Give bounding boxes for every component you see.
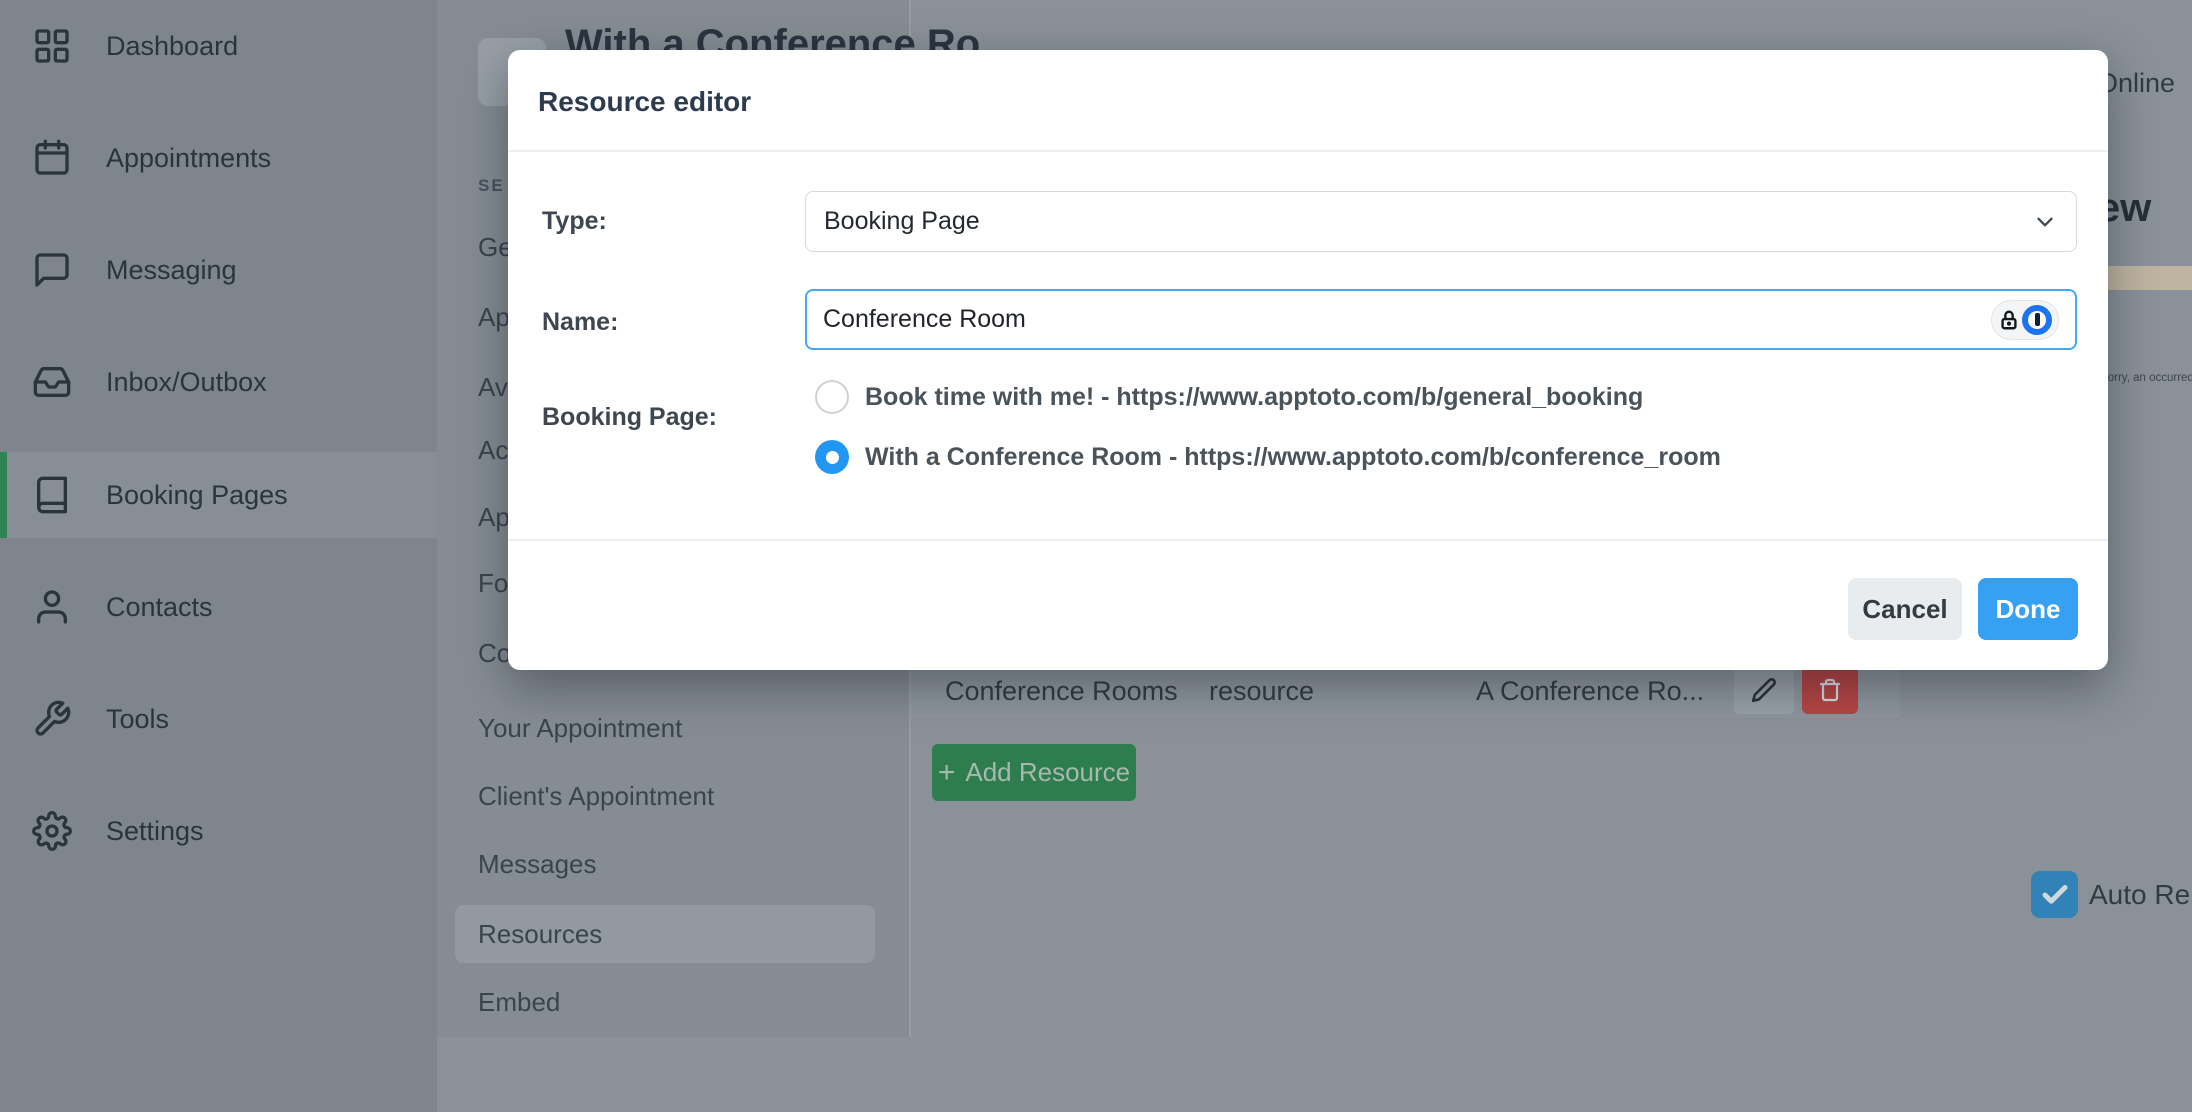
sidebar-item-inbox-outbox[interactable]: Inbox/Outbox [0,350,437,414]
sidebar-item-label: Inbox/Outbox [106,367,267,398]
type-select-value: Booking Page [824,207,980,236]
sidebar-item-contacts[interactable]: Contacts [0,575,437,639]
sidebar-item-label: Contacts [106,592,213,623]
name-field-label: Name: [542,308,618,337]
resource-type-cell: resource [1209,676,1314,707]
add-resource-button[interactable]: + Add Resource [932,744,1136,801]
settings-nav-item-truncated[interactable]: Ap [478,302,510,333]
lock-icon [1998,309,2020,331]
done-button[interactable]: Done [1978,578,2078,640]
name-input[interactable]: Conference Room [805,289,2077,350]
settings-nav-item-messages[interactable]: Messages [478,849,597,880]
add-resource-label: Add Resource [965,757,1130,788]
sidebar-item-messaging[interactable]: Messaging [0,238,437,302]
resource-name-cell: Conference Rooms [945,676,1178,707]
dashboard-grid-icon [32,26,72,66]
modal-title: Resource editor [538,86,751,118]
onepassword-icon [2022,305,2052,335]
modal-footer: Cancel Done [508,539,2108,670]
auto-release-checkbox[interactable] [2031,871,2078,918]
person-icon [32,587,72,627]
name-input-value: Conference Room [823,305,1026,334]
radio-selected-icon[interactable] [815,440,849,474]
modal-header: Resource editor [508,50,2108,152]
settings-nav-item-truncated[interactable]: Fo [478,568,508,599]
sidebar-item-label: Dashboard [106,31,238,62]
resource-description-cell: A Conference Ro... [1476,676,1704,707]
trash-icon [1818,678,1842,702]
edit-resource-button[interactable] [1734,666,1794,714]
wrench-icon [32,699,72,739]
sidebar-item-appointments[interactable]: Appointments [0,126,437,190]
settings-nav-item-clients-appointment[interactable]: Client's Appointment [478,781,714,812]
chat-bubble-icon [32,250,72,290]
resource-editor-modal: Resource editor Type: Booking Page Name:… [508,50,2108,670]
sidebar-item-label: Messaging [106,255,237,286]
delete-resource-button[interactable] [1802,666,1858,714]
password-manager-pill[interactable] [1991,300,2059,340]
resource-table-row: Conference Rooms resource A Conference R… [911,668,1900,718]
sidebar-item-label: Appointments [106,143,271,174]
settings-nav-item-resources[interactable]: Resources [478,919,602,950]
main-sidebar: Dashboard Appointments Messaging Inbox/O… [0,0,437,1112]
online-status-label: Online [2097,68,2175,99]
chevron-down-icon [2032,209,2058,235]
sidebar-item-settings[interactable]: Settings [0,799,437,863]
booking-page-option-conference-room[interactable]: With a Conference Room - https://www.app… [815,440,1721,474]
preview-error-text: sorry, an occurred wh [2102,372,2192,384]
booking-page-field-label: Booking Page: [542,403,717,432]
sidebar-item-dashboard[interactable]: Dashboard [0,14,437,78]
sidebar-item-label: Tools [106,704,169,735]
sidebar-item-booking-pages[interactable]: Booking Pages [0,452,437,538]
checkmark-icon [2040,880,2070,910]
calendar-icon [32,138,72,178]
settings-nav-item-truncated[interactable]: Av [478,372,508,403]
sidebar-item-label: Settings [106,816,204,847]
settings-nav-item-truncated[interactable]: Ap [478,502,510,533]
booking-page-option-general[interactable]: Book time with me! - https://www.apptoto… [815,380,1643,414]
settings-nav-item-truncated[interactable]: Ac [478,435,508,466]
inbox-icon [32,362,72,402]
settings-nav-item-embed[interactable]: Embed [478,987,560,1018]
type-field-label: Type: [542,207,607,236]
booking-page-option-label: Book time with me! - https://www.apptoto… [865,383,1643,412]
gear-icon [32,811,72,851]
type-select[interactable]: Booking Page [805,191,2077,252]
settings-nav-item-your-appointment[interactable]: Your Appointment [478,713,682,744]
cancel-button[interactable]: Cancel [1848,578,1962,640]
auto-release-label: Auto Rel [2089,879,2192,911]
sidebar-item-label: Booking Pages [106,480,288,511]
settings-nav-section-header: SE [478,176,505,196]
radio-unselected-icon[interactable] [815,380,849,414]
pencil-icon [1751,677,1777,703]
book-icon [32,475,72,515]
sidebar-item-tools[interactable]: Tools [0,687,437,751]
app-screen: Dashboard Appointments Messaging Inbox/O… [0,0,2192,1112]
settings-nav-item-truncated[interactable]: Co [478,638,511,669]
booking-page-option-label: With a Conference Room - https://www.app… [865,443,1721,472]
plus-icon: + [938,756,956,790]
